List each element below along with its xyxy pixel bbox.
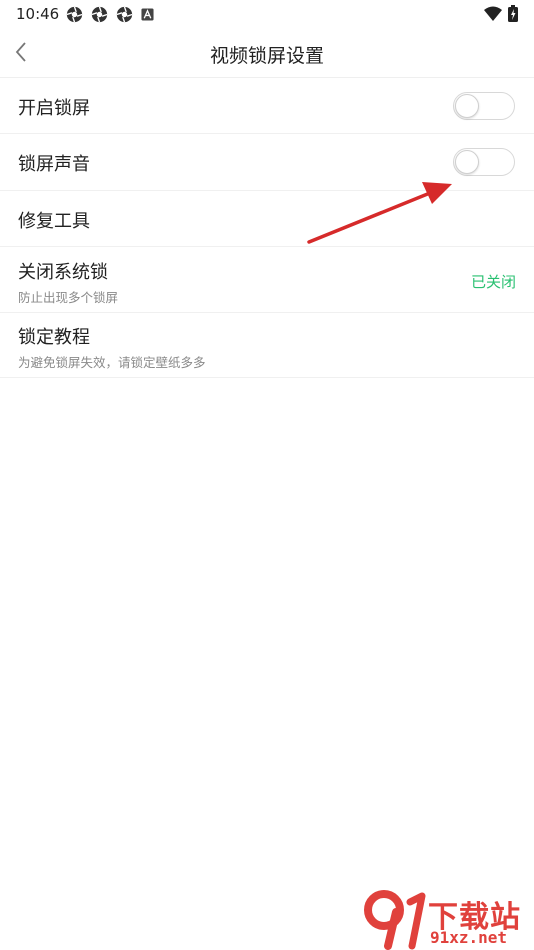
a-box-icon [141,8,154,21]
setting-description: 为避免锁屏失效，请锁定壁纸多多 [18,355,206,370]
lock-sound-toggle[interactable] [453,148,515,176]
header: 视频锁屏设置 [0,28,534,78]
status-time: 10:46 [16,5,60,23]
setting-lock-sound[interactable]: 锁屏声音 [0,134,534,191]
setting-enable-lock[interactable]: 开启锁屏 [0,78,534,134]
setting-close-system-lock[interactable]: 关闭系统锁 防止出现多个锁屏 已关闭 [0,247,534,313]
status-bar: 10:46 [0,0,534,28]
setting-label: 修复工具 [18,211,90,232]
aperture-icon [116,6,133,23]
setting-label: 锁屏声音 [18,154,90,175]
system-icons [484,5,518,22]
enable-lock-toggle[interactable] [453,92,515,120]
toggle-knob [455,94,479,118]
toggle-knob [455,150,479,174]
page-title: 视频锁屏设置 [209,45,324,67]
setting-label: 开启锁屏 [18,98,90,119]
wifi-icon [484,6,502,21]
setting-repair-tool[interactable]: 修复工具 [0,191,534,247]
watermark: 下载站 91xz.net [360,888,530,950]
aperture-icon [66,6,83,23]
battery-charging-icon [508,5,518,22]
setting-lock-tutorial[interactable]: 锁定教程 为避免锁屏失效，请锁定壁纸多多 [0,313,534,378]
watermark-domain: 91xz.net [430,928,508,947]
status-label: 已关闭 [470,273,516,291]
setting-description: 防止出现多个锁屏 [18,290,119,305]
setting-label: 关闭系统锁 [18,262,108,283]
aperture-icon [91,6,108,23]
notification-icons [66,6,154,23]
setting-label: 锁定教程 [18,327,90,348]
